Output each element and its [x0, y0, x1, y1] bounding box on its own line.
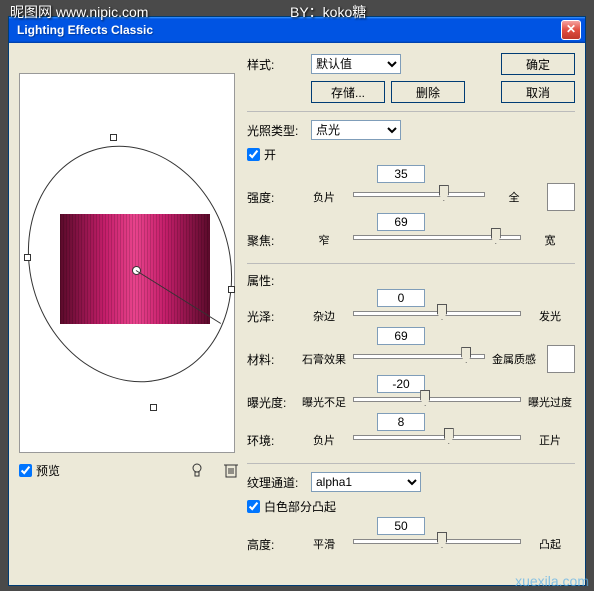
material-label: 材料:: [247, 351, 295, 368]
focus-label: 聚焦:: [247, 232, 295, 249]
preview-label-text: 预览: [36, 462, 60, 479]
texture-channel-select[interactable]: alpha1: [311, 472, 421, 492]
focus-right-label: 宽: [525, 232, 575, 248]
delete-button[interactable]: 删除: [391, 81, 465, 103]
ambience-input[interactable]: [377, 413, 425, 431]
gloss-label: 光泽:: [247, 308, 295, 325]
preview-panel: 预览: [19, 53, 239, 567]
height-left-label: 平滑: [299, 536, 349, 552]
ambience-slider[interactable]: [353, 431, 521, 449]
exposure-left-label: 曝光不足: [299, 394, 349, 410]
white-high-label: 白色部分凸起: [264, 498, 336, 515]
focus-input[interactable]: [377, 213, 425, 231]
intensity-input[interactable]: [377, 165, 425, 183]
exposure-slider[interactable]: [353, 393, 521, 411]
gloss-slider[interactable]: [353, 307, 521, 325]
material-left-label: 石膏效果: [299, 351, 349, 367]
intensity-label: 强度:: [247, 189, 295, 206]
save-button[interactable]: 存储...: [311, 81, 385, 103]
slider-thumb[interactable]: [437, 304, 447, 320]
intensity-left-label: 负片: [299, 189, 349, 205]
trash-icon[interactable]: [223, 461, 239, 479]
properties-label: 属性:: [247, 272, 575, 289]
slider-thumb[interactable]: [491, 228, 501, 244]
cancel-button[interactable]: 取消: [501, 81, 575, 103]
material-right-label: 金属质感: [489, 351, 539, 367]
exposure-label: 曝光度:: [247, 394, 295, 411]
height-input[interactable]: [377, 517, 425, 535]
preview-checkbox[interactable]: [19, 464, 32, 477]
texture-channel-label: 纹理通道:: [247, 474, 305, 491]
properties-group: 属性: 光泽: 杂边 发光 材料: 石膏效果 金属质感: [247, 263, 575, 449]
height-slider[interactable]: [353, 535, 521, 553]
style-label: 样式:: [247, 56, 305, 73]
light-handle[interactable]: [110, 134, 117, 141]
ok-button[interactable]: 确定: [501, 53, 575, 75]
focus-left-label: 窄: [299, 232, 349, 248]
gloss-right-label: 发光: [525, 308, 575, 324]
height-label: 高度:: [247, 536, 295, 553]
light-type-group: 光照类型: 点光 开 强度: 负片 全 聚焦: 窄: [247, 111, 575, 249]
slider-thumb[interactable]: [437, 532, 447, 548]
watermark-top-left: 昵图网 www.nipic.com: [10, 2, 148, 22]
light-handle[interactable]: [228, 286, 235, 293]
light-handle[interactable]: [24, 254, 31, 261]
slider-thumb[interactable]: [444, 428, 454, 444]
lighting-effects-dialog: Lighting Effects Classic ✕ 预览: [8, 16, 586, 586]
light-on-label: 开: [264, 146, 276, 163]
watermark-bottom: xuexila.com: [515, 573, 589, 589]
light-type-label: 光照类型:: [247, 122, 305, 139]
light-type-select[interactable]: 点光: [311, 120, 401, 140]
texture-group: 纹理通道: alpha1 白色部分凸起 高度: 平滑 凸起: [247, 463, 575, 553]
gloss-left-label: 杂边: [299, 308, 349, 324]
ambient-color-swatch[interactable]: [547, 345, 575, 373]
light-handle[interactable]: [150, 404, 157, 411]
settings-panel: 样式: 默认值 确定 存储... 删除 取消 光照类型: 点光 开: [247, 53, 575, 567]
exposure-right-label: 曝光过度: [525, 394, 575, 410]
light-ellipse[interactable]: [0, 119, 262, 409]
slider-thumb[interactable]: [439, 185, 449, 201]
exposure-input[interactable]: [377, 375, 425, 393]
material-slider[interactable]: [353, 350, 485, 368]
ambience-label: 环境:: [247, 432, 295, 449]
gloss-input[interactable]: [377, 289, 425, 307]
slider-thumb[interactable]: [461, 347, 471, 363]
white-high-checkbox[interactable]: [247, 500, 260, 513]
preview-checkbox-label[interactable]: 预览: [19, 462, 60, 479]
style-select[interactable]: 默认值: [311, 54, 401, 74]
height-right-label: 凸起: [525, 536, 575, 552]
light-on-checkbox[interactable]: [247, 148, 260, 161]
lightbulb-icon[interactable]: [189, 462, 205, 478]
slider-thumb[interactable]: [420, 390, 430, 406]
material-input[interactable]: [377, 327, 425, 345]
intensity-right-label: 全: [489, 189, 539, 205]
watermark-top-right: BY：koko糖: [290, 2, 366, 22]
preview-canvas[interactable]: [19, 73, 235, 453]
ambience-right-label: 正片: [525, 432, 575, 448]
light-color-swatch[interactable]: [547, 183, 575, 211]
intensity-slider[interactable]: [353, 188, 485, 206]
dialog-title: Lighting Effects Classic: [13, 23, 561, 37]
focus-slider[interactable]: [353, 231, 521, 249]
close-button[interactable]: ✕: [561, 20, 581, 40]
ambience-left-label: 负片: [299, 432, 349, 448]
